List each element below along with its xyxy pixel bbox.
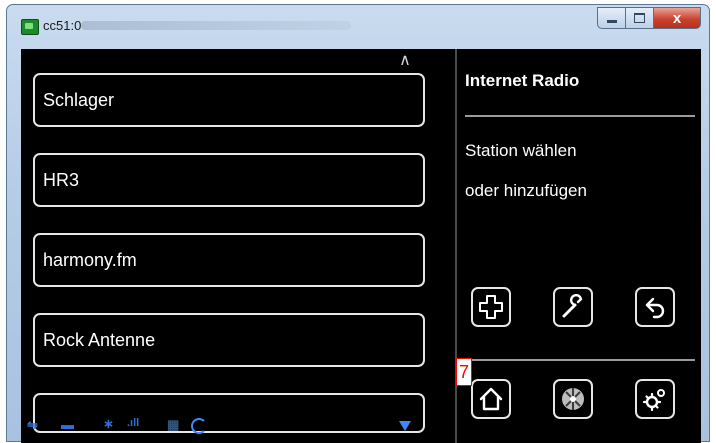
nav-divider [465, 359, 695, 361]
station-label: harmony.fm [43, 249, 137, 270]
station-button-harmony-fm[interactable]: harmony.fm [33, 233, 425, 287]
station-label: Schlager [43, 89, 115, 110]
station-list: ∧ Schlager HR3 harmony.fm Rock Antenne ⇋… [21, 49, 455, 443]
close-icon: x [672, 9, 682, 27]
title-redacted [81, 21, 351, 30]
back-button[interactable] [635, 287, 675, 327]
window-title: cc51:0 [43, 18, 82, 33]
home-icon [479, 387, 503, 411]
signal-icon: ⇋ [27, 417, 38, 432]
settings-icon [642, 389, 665, 412]
sync-icon [191, 418, 207, 434]
title-bar[interactable]: cc51:0 x [7, 5, 709, 49]
station-button-rock-antenne[interactable]: Rock Antenne [33, 313, 425, 367]
maximize-button[interactable] [625, 7, 653, 29]
info-panel: Internet Radio Station wählen oder hinzu… [457, 49, 701, 443]
edit-station-button[interactable] [553, 287, 593, 327]
maximize-icon [634, 13, 645, 23]
app-window: cc51:0 x ∧ Schlager HR3 harmony.fm Rock … [6, 4, 710, 443]
settings-button[interactable] [635, 379, 675, 419]
wrench-icon [562, 294, 583, 318]
add-station-button[interactable] [471, 287, 511, 327]
bluetooth-icon: ∗ [103, 416, 114, 431]
panel-description-line1: Station wählen [465, 141, 577, 160]
download-icon [399, 421, 411, 431]
station-button-hr3[interactable]: HR3 [33, 153, 425, 207]
panel-description-line2: oder hinzufügen [465, 181, 587, 200]
minimize-button[interactable] [597, 7, 625, 29]
panel-title: Internet Radio [465, 71, 580, 90]
radio-screen: ∧ Schlager HR3 harmony.fm Rock Antenne ⇋… [21, 49, 701, 443]
station-label: Rock Antenne [43, 329, 156, 350]
station-button-schlager[interactable]: Schlager [33, 73, 425, 127]
add-icon [479, 295, 503, 319]
grid-icon: ▦ [167, 417, 180, 432]
back-icon [645, 297, 665, 319]
status-bar: ⇋ ▬ ∗ .ıll ▦ [21, 407, 455, 443]
car-icon: ▬ [61, 417, 74, 432]
minimize-icon [606, 19, 617, 23]
terminal-icon [21, 19, 39, 35]
home-button[interactable] [471, 379, 511, 419]
scroll-up-icon[interactable]: ∧ [395, 53, 415, 69]
station-label: HR3 [43, 169, 80, 190]
annotation-marker: 7 [456, 358, 472, 386]
climate-button[interactable] [553, 379, 593, 419]
title-divider [465, 115, 695, 117]
window-controls: x [597, 7, 701, 31]
close-button[interactable]: x [653, 7, 701, 29]
fan-icon [562, 388, 584, 410]
bars-icon: .ıll [127, 417, 140, 429]
